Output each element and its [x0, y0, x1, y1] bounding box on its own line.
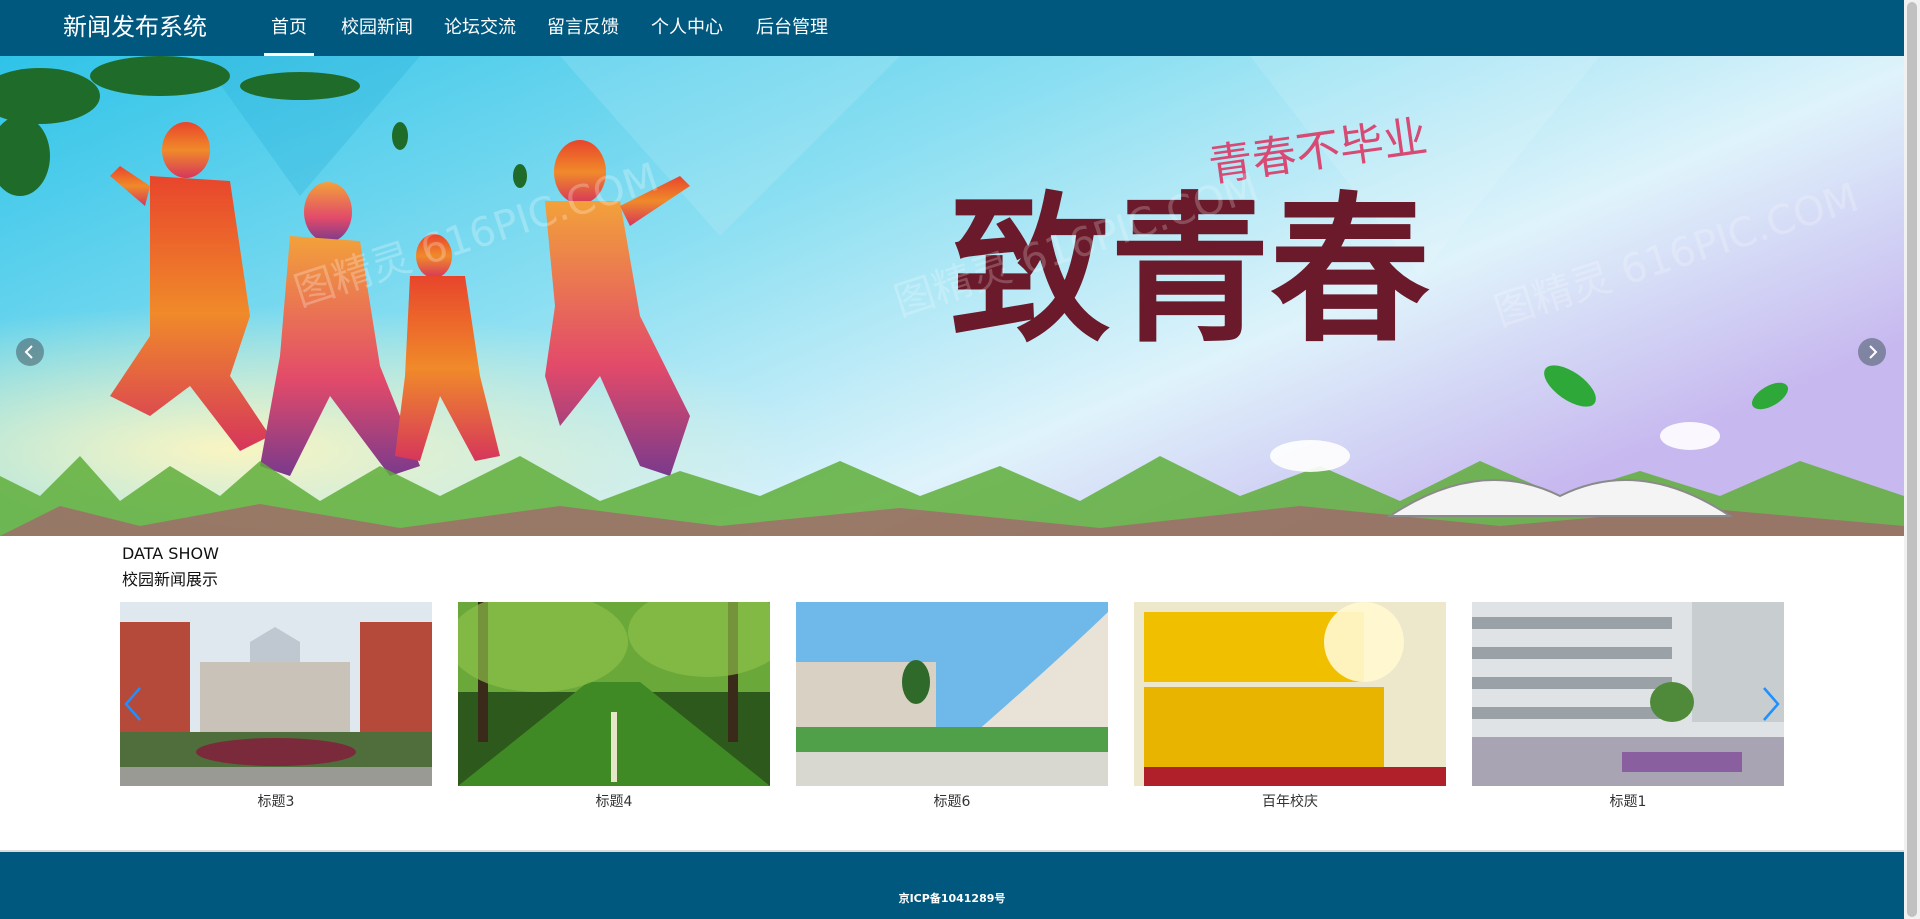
site-brand[interactable]: 新闻发布系统: [63, 11, 207, 43]
nav-item-campus-news[interactable]: 校园新闻: [341, 0, 413, 56]
section-title-en: DATA SHOW: [122, 544, 219, 563]
hero-banner[interactable]: 青春不毕业 致青春 图精灵 616PIC.COM 图精灵 616PIC.COM …: [0, 56, 1904, 536]
icp-record[interactable]: 京ICP备1041289号: [0, 890, 1904, 906]
page-scrollbar[interactable]: [1904, 0, 1920, 919]
footer: 京ICP备1041289号: [0, 852, 1904, 919]
news-card[interactable]: 标题1: [1472, 602, 1784, 811]
chevron-right-icon[interactable]: [1758, 684, 1784, 724]
nav-item-profile[interactable]: 个人中心: [651, 0, 723, 56]
news-card[interactable]: 标题3: [120, 602, 432, 811]
banner-next-button[interactable]: [1858, 338, 1886, 366]
news-card[interactable]: 标题6: [796, 602, 1108, 811]
chevron-left-icon[interactable]: [120, 684, 146, 724]
news-card-image: [458, 602, 770, 786]
scrollbar-thumb[interactable]: [1907, 2, 1917, 917]
nav-item-admin[interactable]: 后台管理: [756, 0, 828, 56]
section-title-cn: 校园新闻展示: [122, 570, 219, 589]
banner-image: 青春不毕业 致青春 图精灵 616PIC.COM 图精灵 616PIC.COM …: [0, 56, 1904, 536]
nav-item-forum[interactable]: 论坛交流: [444, 0, 516, 56]
banner-prev-button[interactable]: [16, 338, 44, 366]
news-card-title: 标题4: [595, 794, 633, 810]
news-card[interactable]: 百年校庆: [1134, 602, 1446, 811]
top-navbar: 新闻发布系统 首页 校园新闻 论坛交流 留言反馈 个人中心 后台管理: [0, 0, 1904, 56]
nav-item-feedback[interactable]: 留言反馈: [547, 0, 619, 56]
news-card[interactable]: 标题4: [458, 602, 770, 811]
news-card-title: 标题6: [933, 794, 971, 810]
news-card-image: [796, 602, 1108, 786]
news-card-image: [1472, 602, 1784, 786]
news-card-title: 标题1: [1609, 794, 1647, 810]
nav-item-home[interactable]: 首页: [264, 0, 314, 56]
chevron-left-icon: [24, 345, 33, 359]
news-card-title: 标题3: [257, 794, 295, 810]
chevron-right-icon: [1869, 345, 1878, 359]
news-card-image: [120, 602, 432, 786]
news-card-image: [1134, 602, 1446, 786]
news-card-title: 百年校庆: [1262, 794, 1318, 810]
